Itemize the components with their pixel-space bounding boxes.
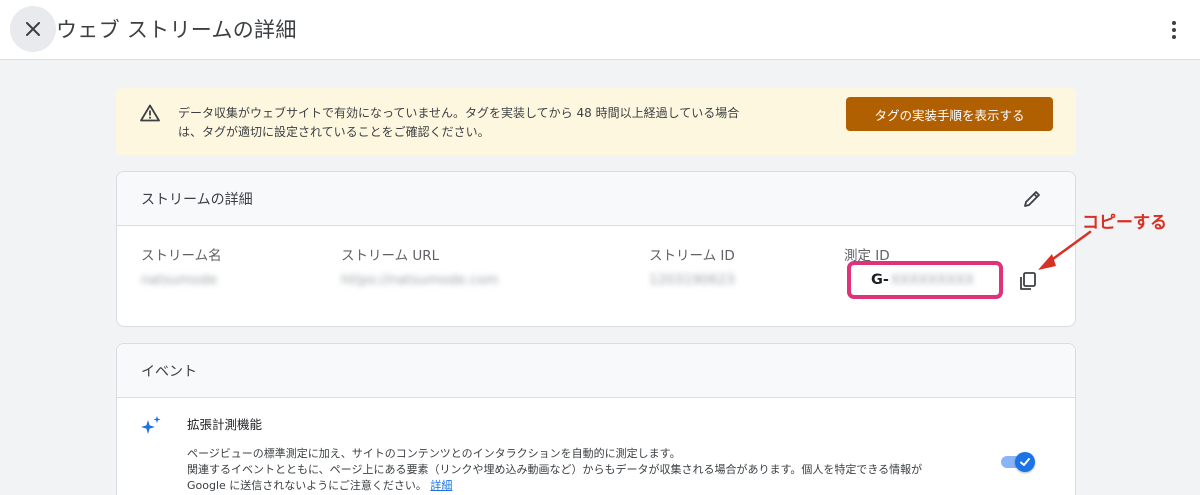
stream-details-title: ストリームの詳細: [141, 192, 253, 208]
stream-name-field: ストリーム名 natsumode: [141, 248, 222, 288]
stream-url-value: https://natsumode.com: [341, 272, 499, 288]
warning-icon: [140, 104, 160, 122]
data-collection-warning-banner: データ収集がウェブサイトで有効になっていません。タグを実装してから 48 時間以…: [116, 88, 1076, 155]
stream-details-header: ストリームの詳細: [117, 172, 1075, 226]
stream-id-field: ストリーム ID 1203190623: [649, 248, 735, 288]
sparkle-icon: [141, 416, 161, 434]
stream-id-value: 1203190623: [649, 272, 735, 288]
measurement-id-prefix: G-: [871, 272, 889, 288]
stream-name-value: natsumode: [141, 272, 217, 288]
close-button[interactable]: [10, 6, 56, 52]
pencil-icon: [1024, 191, 1040, 207]
show-tag-instructions-button[interactable]: タグの実装手順を表示する: [846, 97, 1053, 131]
close-icon: [26, 22, 40, 36]
stream-details-card: ストリームの詳細 ストリーム名 natsumode ストリーム URL http…: [116, 171, 1076, 327]
page-title: ウェブ ストリームの詳細: [56, 18, 297, 42]
learn-more-link[interactable]: 詳細: [430, 479, 452, 492]
events-title: イベント: [141, 364, 197, 380]
enhanced-measurement-toggle[interactable]: [999, 452, 1035, 472]
measurement-id-value: XXXXXXXXX: [890, 272, 975, 288]
more-vert-icon: [1172, 21, 1176, 25]
more-options-button[interactable]: [1162, 16, 1186, 44]
enhanced-measurement-row: 拡張計測機能 ページビューの標準測定に加え、サイトのコンテンツとのインタラクショ…: [117, 412, 1075, 495]
annotation-arrow-icon: [1038, 230, 1092, 270]
events-header: イベント: [117, 344, 1075, 398]
events-card: イベント 拡張計測機能 ページビューの標準測定に加え、サイトのコンテンツとのイン…: [116, 343, 1076, 495]
enhanced-measurement-title: 拡張計測機能: [187, 417, 263, 432]
check-icon: [1020, 458, 1030, 466]
warning-text: データ収集がウェブサイトで有効になっていません。タグを実装してから 48 時間以…: [178, 106, 740, 139]
edit-button[interactable]: [1021, 188, 1043, 210]
enhanced-measurement-description: ページビューの標準測定に加え、サイトのコンテンツとのインタラクションを自動的に測…: [187, 447, 923, 492]
stream-url-field: ストリーム URL https://natsumode.com: [341, 248, 499, 288]
top-bar: ウェブ ストリームの詳細: [0, 0, 1200, 60]
measurement-id-highlight[interactable]: G- XXXXXXXXX: [847, 261, 1003, 299]
